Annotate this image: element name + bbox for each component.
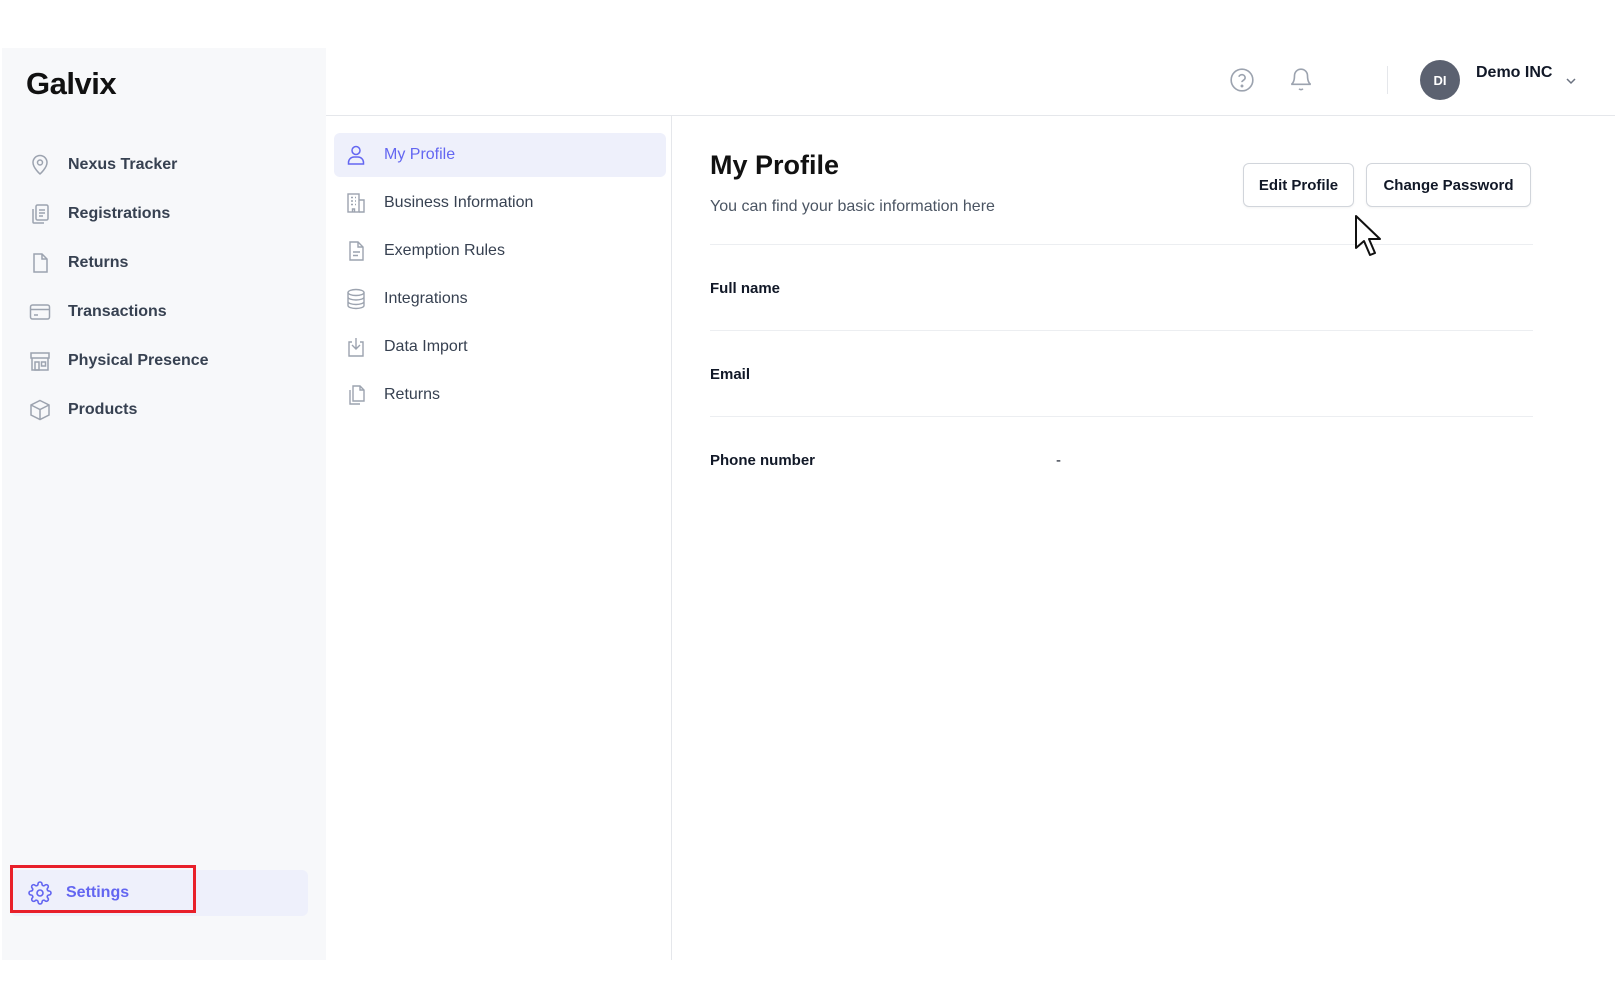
main-content: My Profile You can find your basic infor…: [672, 116, 1615, 960]
sidebar-item-label: Returns: [68, 253, 129, 271]
org-name[interactable]: Demo INC: [1476, 64, 1552, 82]
subnav-item-integrations[interactable]: Integrations: [334, 277, 666, 321]
sidebar-item-label: Products: [68, 400, 138, 418]
phone-number-value: -: [1056, 452, 1061, 469]
sidebar-item-registrations[interactable]: Registrations: [2, 189, 326, 238]
user-icon: [344, 143, 368, 167]
document-icon: [28, 251, 52, 275]
storefront-icon: [28, 349, 52, 373]
building-icon: [344, 191, 368, 215]
help-circle-icon[interactable]: [1229, 67, 1255, 93]
file-text-icon: [344, 239, 368, 263]
avatar[interactable]: DI: [1420, 60, 1460, 100]
copy-icon: [344, 383, 368, 407]
email-label: Email: [710, 366, 751, 383]
header-divider-line: [710, 244, 1533, 245]
subnav-item-my-profile[interactable]: My Profile: [334, 133, 666, 177]
subnav-item-exemption-rules[interactable]: Exemption Rules: [334, 229, 666, 273]
sidebar-nav: Nexus Tracker Registrations Returns Tran…: [2, 140, 326, 434]
sidebar-item-transactions[interactable]: Transactions: [2, 287, 326, 336]
location-pin-icon: [28, 153, 52, 177]
sidebar-item-returns[interactable]: Returns: [2, 238, 326, 287]
field-divider: [710, 416, 1533, 417]
edit-profile-button[interactable]: Edit Profile: [1243, 163, 1354, 207]
chevron-down-icon[interactable]: [1564, 74, 1578, 88]
sidebar-item-label: Transactions: [68, 302, 167, 320]
clipboard-icon: [28, 202, 52, 226]
sidebar-item-label: Registrations: [68, 204, 171, 222]
subnav-item-returns[interactable]: Returns: [334, 373, 666, 417]
settings-subnav: My Profile Business Information Exemptio…: [326, 116, 672, 960]
subnav-item-label: Integrations: [384, 290, 468, 307]
subnav-item-label: Data Import: [384, 338, 468, 355]
page-title: My Profile: [710, 150, 840, 180]
mouse-cursor-icon: [1355, 215, 1381, 256]
sidebar-item-settings[interactable]: Settings: [10, 870, 308, 916]
sidebar-item-label: Nexus Tracker: [68, 155, 178, 173]
box-icon: [28, 398, 52, 422]
app-logo: Galvix: [26, 66, 117, 101]
database-icon: [344, 287, 368, 311]
bell-icon[interactable]: [1288, 67, 1314, 93]
subnav-item-label: Exemption Rules: [384, 242, 505, 259]
subnav-item-label: My Profile: [384, 146, 456, 163]
sidebar-item-physical-presence[interactable]: Physical Presence: [2, 336, 326, 385]
sidebar: Galvix Nexus Tracker Registrations Retur…: [2, 48, 326, 960]
phone-number-label: Phone number: [710, 452, 816, 469]
subnav-item-label: Business Information: [384, 194, 534, 211]
subnav-item-business-information[interactable]: Business Information: [334, 181, 666, 225]
field-divider: [710, 330, 1533, 331]
download-icon: [344, 335, 368, 359]
page-subtitle: You can find your basic information here: [710, 198, 995, 215]
sidebar-item-label: Settings: [66, 884, 130, 901]
top-bar: DI Demo INC: [326, 48, 1615, 116]
credit-card-icon: [28, 300, 52, 324]
sidebar-item-products[interactable]: Products: [2, 385, 326, 434]
header-divider: [1387, 66, 1388, 94]
sidebar-item-nexus-tracker[interactable]: Nexus Tracker: [2, 140, 326, 189]
gear-icon: [28, 881, 52, 905]
sidebar-item-label: Physical Presence: [68, 351, 209, 369]
app-window: Galvix Nexus Tracker Registrations Retur…: [2, 48, 1615, 960]
subnav-item-label: Returns: [384, 386, 441, 403]
change-password-button[interactable]: Change Password: [1366, 163, 1531, 207]
subnav-item-data-import[interactable]: Data Import: [334, 325, 666, 369]
full-name-label: Full name: [710, 280, 781, 297]
